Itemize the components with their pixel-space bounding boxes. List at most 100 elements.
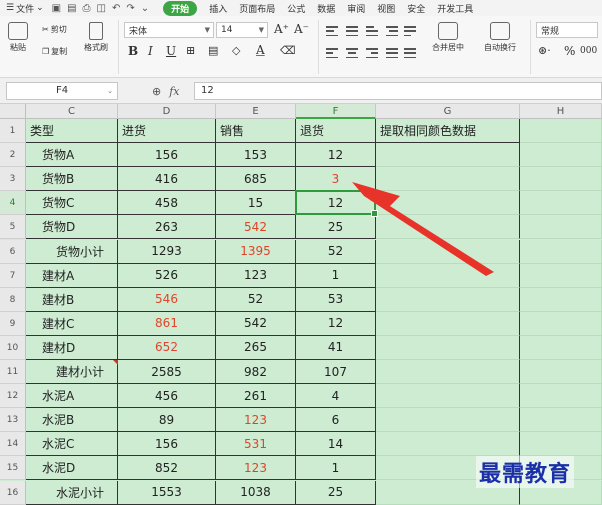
undo-icon[interactable]: ↶ [112,3,120,14]
cell-e13[interactable]: 123 [216,408,296,433]
align-bottom-icon[interactable] [366,26,378,36]
cell-e8[interactable]: 52 [216,287,296,312]
cell-c8[interactable]: 建材B [26,287,118,312]
cell-h9[interactable] [520,311,602,336]
cell-c5[interactable]: 货物D [26,215,118,240]
cell-g5[interactable] [376,215,520,240]
zoom-icon[interactable]: ⊕ [152,85,161,98]
cell-f2[interactable]: 12 [296,143,376,168]
row-header-6[interactable]: 6 [0,239,26,264]
cell-c9[interactable]: 建材C [26,311,118,336]
row-header-9[interactable]: 9 [0,311,26,336]
cell-d12[interactable]: 456 [118,384,216,409]
cell-g2[interactable] [376,143,520,168]
merge-center-button[interactable]: 合并居中 [432,22,464,53]
percent-button[interactable]: % [564,44,575,58]
cell-f11[interactable]: 107 [296,360,376,385]
cell-h14[interactable] [520,432,602,457]
row-header-13[interactable]: 13 [0,408,26,433]
clear-format-icon[interactable]: ⌫ [280,44,296,57]
cell-h7[interactable] [520,263,602,288]
cell-h5[interactable] [520,215,602,240]
cell-g7[interactable] [376,263,520,288]
cell-f7[interactable]: 1 [296,263,376,288]
italic-button[interactable]: I [148,44,153,58]
cell-d1[interactable]: 进货 [118,119,216,144]
cell-style-icon[interactable]: ▤ [208,44,218,57]
row-header-10[interactable]: 10 [0,335,26,360]
row-header-11[interactable]: 11 [0,360,26,385]
tab-developer[interactable]: 开发工具 [431,2,479,15]
cell-d8[interactable]: 546 [118,287,216,312]
underline-button[interactable]: U [166,44,176,58]
cell-g6[interactable] [376,239,520,264]
fill-color-icon[interactable]: ◇ [232,44,240,57]
row-header-5[interactable]: 5 [0,215,26,240]
row-header-3[interactable]: 3 [0,167,26,192]
currency-icon[interactable]: ⊛· [538,44,551,57]
decrease-font-icon[interactable]: A⁻ [294,22,309,36]
cell-f14[interactable]: 14 [296,432,376,457]
increase-font-icon[interactable]: A⁺ [274,22,289,36]
align-center-icon[interactable] [346,48,358,58]
cell-d13[interactable]: 89 [118,408,216,433]
chevron-down-icon[interactable]: ⌄ [141,3,149,14]
justify-icon[interactable] [386,48,398,58]
cell-c14[interactable]: 水泥C [26,432,118,457]
cell-f8[interactable]: 53 [296,287,376,312]
cell-d6[interactable]: 1293 [118,239,216,264]
cell-d2[interactable]: 156 [118,143,216,168]
spreadsheet-grid[interactable]: C D E F G H 1 类型 进货 销售 退货 提取相同颜色数据 2 货物A 156 153 12 3 货物B 4… [0,104,602,505]
cell-e6[interactable]: 1395 [216,239,296,264]
redo-icon[interactable]: ↷ [126,3,134,14]
auto-wrap-button[interactable]: 自动换行 [484,22,516,53]
formula-input[interactable]: 12 [194,82,602,100]
row-header-2[interactable]: 2 [0,143,26,168]
tab-review[interactable]: 审阅 [341,2,371,15]
cell-h2[interactable] [520,143,602,168]
cell-h10[interactable] [520,335,602,360]
row-header-12[interactable]: 12 [0,384,26,409]
cell-e12[interactable]: 261 [216,384,296,409]
save-icon[interactable]: ▣ [52,3,61,14]
cell-h1[interactable] [520,119,602,144]
distributed-icon[interactable] [404,48,416,58]
tab-view[interactable]: 视图 [371,2,401,15]
thousands-icon[interactable]: 000 [580,46,597,56]
row-header-4[interactable]: 4 [0,191,26,216]
cell-g8[interactable] [376,287,520,312]
cell-h11[interactable] [520,360,602,385]
row-header-1[interactable]: 1 [0,119,26,144]
cell-e10[interactable]: 265 [216,335,296,360]
cell-d3[interactable]: 416 [118,167,216,192]
name-box[interactable]: F4 ⌄ [6,82,118,100]
cell-h8[interactable] [520,287,602,312]
cell-c4[interactable]: 货物C [26,191,118,216]
cell-e1[interactable]: 销售 [216,119,296,144]
font-name-select[interactable]: 宋体 ▼ [124,22,214,38]
row-header-8[interactable]: 8 [0,287,26,312]
row-header-14[interactable]: 14 [0,432,26,457]
number-format-select[interactable]: 常规 [536,22,598,38]
cell-e11[interactable]: 982 [216,360,296,385]
cell-c13[interactable]: 水泥B [26,408,118,433]
cell-f3[interactable]: 3 [296,167,376,192]
cell-e9[interactable]: 542 [216,311,296,336]
cell-h13[interactable] [520,408,602,433]
cell-g12[interactable] [376,384,520,409]
tab-home[interactable]: 开始 [163,0,198,16]
cell-f9[interactable]: 12 [296,311,376,336]
cell-c7[interactable]: 建材A [26,263,118,288]
cell-f15[interactable]: 1 [296,456,376,481]
cell-c11[interactable]: 建材小计 [26,360,118,385]
insert-function-icon[interactable]: fx [169,85,179,98]
cell-c2[interactable]: 货物A [26,143,118,168]
cell-g1[interactable]: 提取相同颜色数据 [376,119,520,144]
copy-button[interactable]: ❐ 复制 [42,46,67,57]
cell-c16[interactable]: 水泥小计 [26,480,118,505]
cell-h6[interactable] [520,239,602,264]
column-header-g[interactable]: G [376,104,520,119]
cell-d10[interactable]: 652 [118,335,216,360]
column-header-f[interactable]: F [296,104,376,119]
tab-page-layout[interactable]: 页面布局 [233,2,281,15]
